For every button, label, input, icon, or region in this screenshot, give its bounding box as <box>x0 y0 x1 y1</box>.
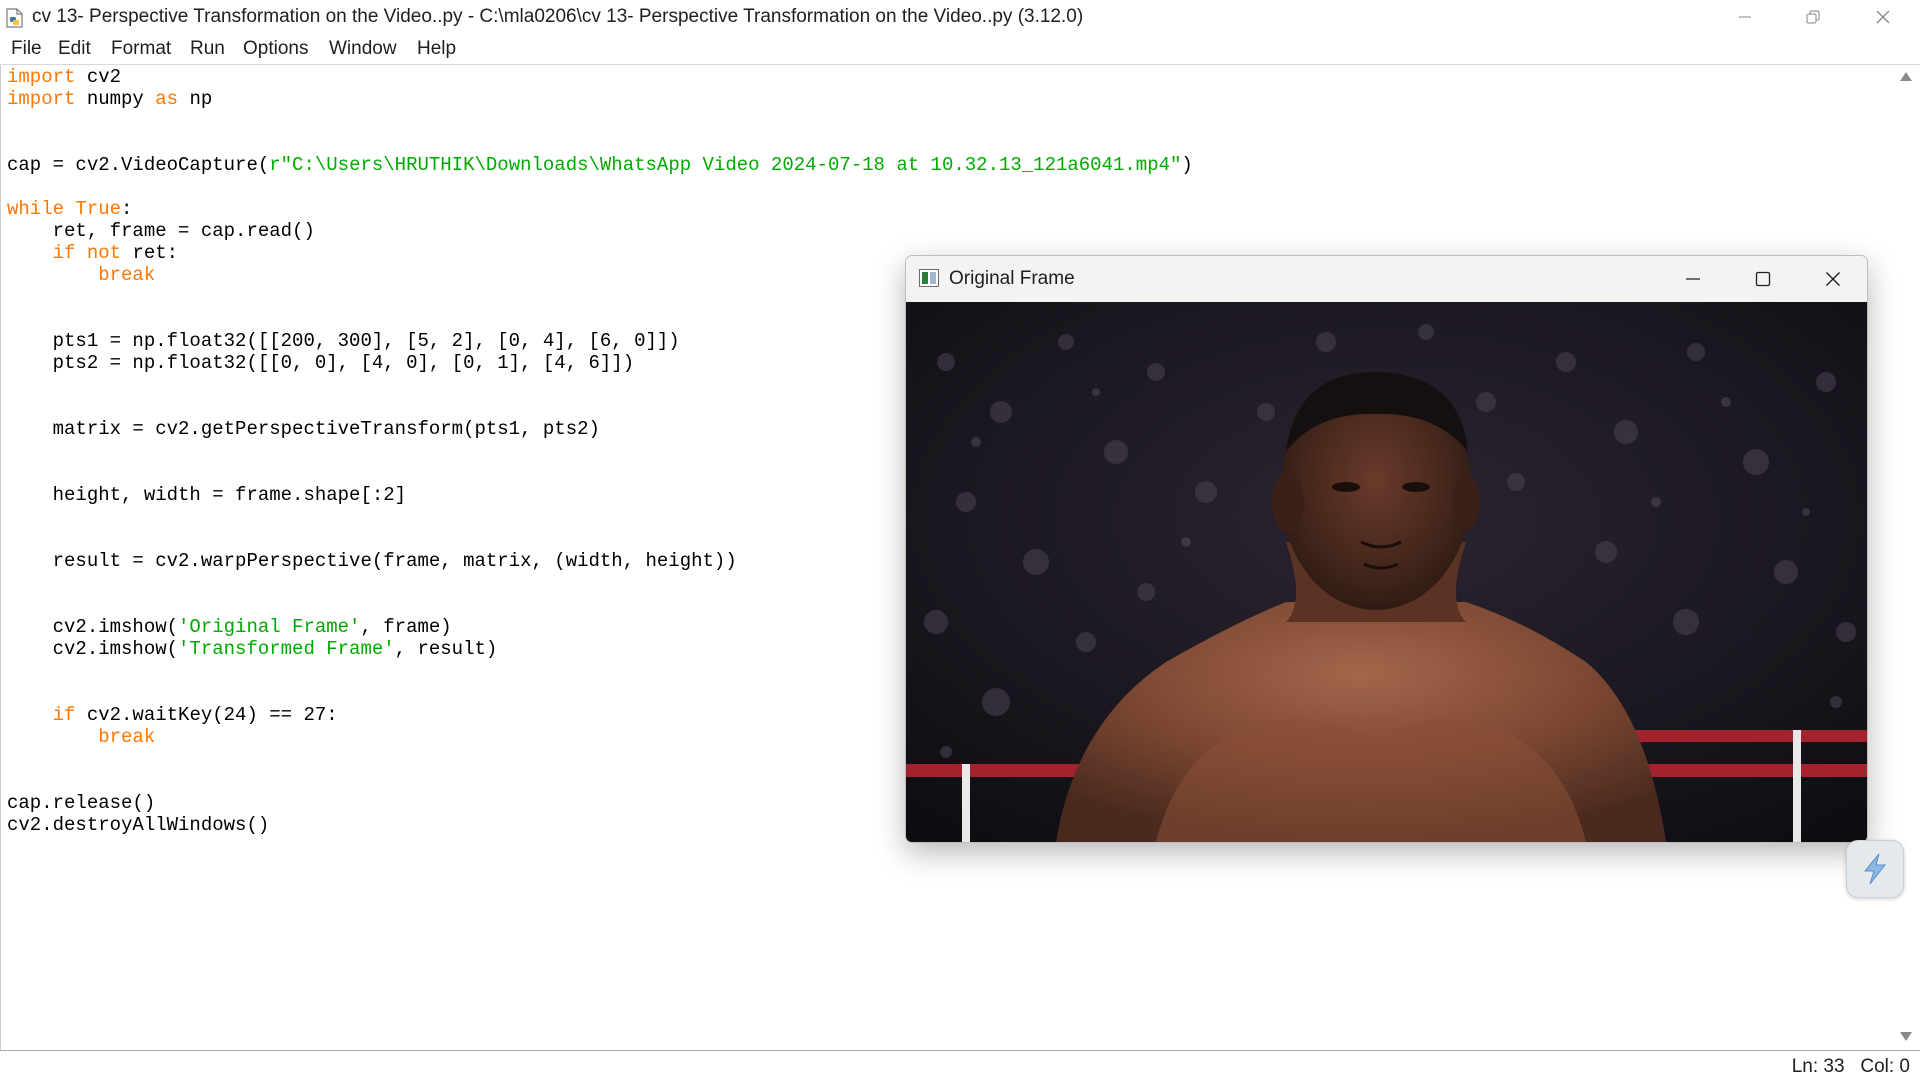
close-icon <box>1826 272 1840 286</box>
minimize-button[interactable] <box>1710 0 1780 34</box>
code-token: cap = cv2.VideoCapture( <box>7 154 270 176</box>
opencv-close-button[interactable] <box>1803 256 1863 302</box>
cursor-position: Ln: 33 Col: 0 <box>1791 1056 1910 1077</box>
code-line[interactable]: cap = cv2.VideoCapture(r"C:\Users\HRUTHI… <box>7 154 1193 176</box>
menu-run[interactable]: Run <box>190 38 225 60</box>
code-token: cv2.imshow( <box>7 616 179 638</box>
menu-help[interactable]: Help <box>417 38 456 60</box>
code-token: cv2.imshow( <box>7 638 179 660</box>
code-string: r"C:\Users\HRUTHIK\Downloads\WhatsApp Vi… <box>269 154 1182 176</box>
restore-icon <box>1806 10 1820 24</box>
video-frame <box>906 302 1867 842</box>
status-bar: Ln: 33 Col: 0 <box>0 1050 1920 1081</box>
code-token: result = cv2.warpPerspective(frame, matr… <box>7 550 737 572</box>
code-string: 'Original Frame' <box>178 616 361 638</box>
code-token: , frame) <box>360 616 452 638</box>
restore-button[interactable] <box>1778 0 1848 34</box>
code-line[interactable] <box>7 110 1193 132</box>
menu-file[interactable]: File <box>11 38 42 60</box>
code-token: ) <box>1181 154 1193 176</box>
menu-format[interactable]: Format <box>111 38 171 60</box>
opencv-minimize-button[interactable] <box>1663 256 1723 302</box>
code-keyword: if <box>52 242 76 264</box>
code-token: np <box>178 88 213 110</box>
close-button[interactable] <box>1848 0 1918 34</box>
vertical-scrollbar[interactable] <box>1895 65 1920 1050</box>
minimize-icon <box>1739 16 1751 18</box>
lightning-bolt-icon <box>1863 853 1887 885</box>
code-token: cv2.destroyAllWindows() <box>7 814 270 836</box>
close-icon <box>1876 10 1890 24</box>
opencv-window-icon <box>919 269 939 287</box>
scroll-up-icon[interactable] <box>1900 72 1912 81</box>
code-token: cap.release() <box>7 792 156 814</box>
menu-options[interactable]: Options <box>243 38 308 60</box>
maximize-icon <box>1755 271 1771 287</box>
window-title: cv 13- Perspective Transformation on the… <box>32 6 1084 27</box>
code-token: ret: <box>121 242 179 264</box>
code-keyword: while <box>7 198 65 220</box>
code-token: ret, frame = cap.read() <box>7 220 315 242</box>
menu-bar: File Edit Format Run Options Window Help <box>0 34 1920 65</box>
code-keyword: if <box>52 704 76 726</box>
code-keyword: not <box>86 242 122 264</box>
video-frame-image <box>906 302 1867 842</box>
code-line[interactable] <box>7 176 1193 198</box>
opencv-maximize-button[interactable] <box>1733 256 1793 302</box>
code-token: : <box>121 198 133 220</box>
code-keyword: as <box>155 88 179 110</box>
code-token: matrix = cv2.getPerspectiveTransform(pts… <box>7 418 600 440</box>
opencv-window[interactable]: Original Frame <box>905 255 1868 843</box>
code-token: cv2.waitKey(24) == 27: <box>75 704 338 726</box>
code-line[interactable]: import numpy as np <box>7 88 1193 110</box>
menu-window[interactable]: Window <box>329 38 397 60</box>
scroll-down-icon[interactable] <box>1900 1032 1912 1041</box>
code-line[interactable]: while True: <box>7 198 1193 220</box>
minimize-icon <box>1686 278 1700 280</box>
code-line[interactable]: ret, frame = cap.read() <box>7 220 1193 242</box>
code-token: cv2 <box>75 66 122 88</box>
python-file-icon <box>6 8 23 28</box>
code-line[interactable]: import cv2 <box>7 66 1193 88</box>
code-line[interactable] <box>7 132 1193 154</box>
menu-edit[interactable]: Edit <box>58 38 91 60</box>
code-keyword: True <box>75 198 122 220</box>
code-keyword: import <box>7 88 76 110</box>
code-token: pts1 = np.float32([[200, 300], [5, 2], [… <box>7 330 680 352</box>
opencv-window-titlebar[interactable]: Original Frame <box>906 256 1867 302</box>
code-keyword: break <box>98 264 156 286</box>
code-token: , result) <box>394 638 498 660</box>
code-token: pts2 = np.float32([[0, 0], [4, 0], [0, 1… <box>7 352 635 374</box>
code-keyword: break <box>98 726 156 748</box>
code-token: numpy <box>75 88 156 110</box>
code-string: 'Transformed Frame' <box>178 638 395 660</box>
code-keyword: import <box>7 66 76 88</box>
code-token: height, width = frame.shape[:2] <box>7 484 407 506</box>
floating-assistant-button[interactable] <box>1846 840 1904 898</box>
opencv-window-title: Original Frame <box>949 268 1075 289</box>
window-titlebar: cv 13- Perspective Transformation on the… <box>0 0 1920 34</box>
